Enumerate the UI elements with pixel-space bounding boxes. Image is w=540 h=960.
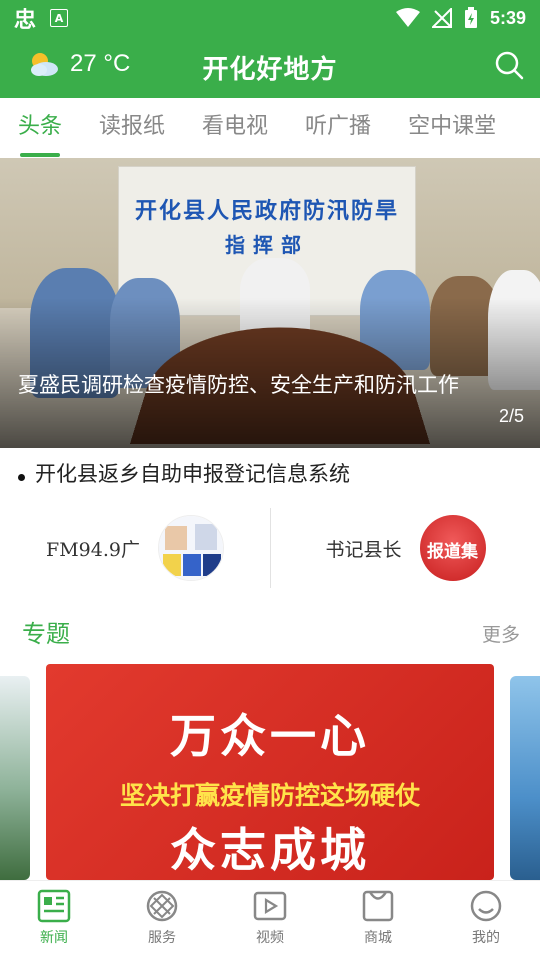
nav-news[interactable]: 新闻	[0, 881, 108, 960]
topic-line-3: 众志成城	[170, 823, 370, 877]
news-icon	[37, 889, 71, 923]
nav-label: 视频	[256, 930, 284, 946]
sign-line-1: 开化县人民政府防汛防旱	[134, 199, 399, 224]
search-icon	[495, 51, 524, 80]
service-icon	[146, 890, 178, 922]
topic-line-2: 坚决打赢疫情防控这场硬仗	[119, 781, 420, 810]
clock: 5:39	[489, 7, 526, 28]
nav-label: 新闻	[40, 930, 68, 946]
topic-card-next[interactable]	[510, 676, 540, 880]
feature-card-radio[interactable]: FM94.9广	[0, 508, 270, 588]
nav-service[interactable]: 服务	[108, 881, 216, 960]
tab-headlines[interactable]: 头条	[18, 98, 62, 158]
nav-shop[interactable]: 商城	[324, 881, 432, 960]
bullet-dot	[18, 473, 25, 481]
section-title: 专题	[22, 620, 70, 648]
wifi-icon	[395, 8, 420, 27]
tab-air-classroom[interactable]: 空中课堂	[408, 98, 496, 158]
report-collection-thumbnail: 报道集	[419, 515, 486, 581]
radio-thumbnail-art	[158, 516, 223, 580]
status-bar: 忠 A 5:39	[0, 0, 540, 36]
tab-tv[interactable]: 看电视	[202, 98, 268, 158]
feature-card-label: FM94.9广	[46, 538, 140, 561]
feature-card-leaders[interactable]: 书记县长 报道集	[270, 508, 540, 588]
shop-icon	[362, 890, 394, 922]
no-signal-icon	[431, 8, 452, 28]
radio-thumbnail	[157, 515, 224, 581]
carousel-counter: 2/5	[498, 406, 524, 426]
notification-a-icon: A	[50, 9, 69, 27]
app-notification-icon: 忠	[14, 8, 37, 33]
search-button[interactable]	[494, 50, 524, 84]
nav-video[interactable]: 视频	[216, 881, 324, 960]
carousel-caption[interactable]: 夏盛民调研检查疫情防控、安全生产和防汛工作	[18, 370, 468, 400]
bottom-navigation: 新闻 服务 视频 商城 我的	[0, 880, 540, 960]
nav-profile[interactable]: 我的	[432, 881, 540, 960]
nav-label: 我的	[472, 930, 500, 946]
headline-link[interactable]: 开化县返乡自助申报登记信息系统	[0, 448, 540, 498]
video-icon	[253, 891, 287, 921]
tab-newspaper[interactable]: 读报纸	[99, 98, 165, 158]
nav-label: 服务	[148, 930, 176, 946]
topics-carousel[interactable]: 万众一心 坚决打赢疫情防控这场硬仗 众志成城	[0, 664, 540, 880]
topic-line-1: 万众一心	[170, 709, 370, 763]
channel-tabs: 头条 读报纸 看电视 听广播 空中课堂	[0, 98, 540, 158]
app-header: 27 °C 开化好地方	[0, 36, 540, 98]
headline-carousel[interactable]: 开化县人民政府防汛防旱 指挥部 夏盛民调研检查疫情防控、安全生产和防汛工作 2/…	[0, 158, 540, 448]
headline-link-text: 开化县返乡自助申报登记信息系统	[35, 462, 350, 486]
topic-card-prev[interactable]	[0, 676, 30, 880]
feature-card-label: 书记县长	[325, 538, 402, 561]
profile-icon	[470, 890, 502, 922]
more-link[interactable]: 更多	[482, 620, 520, 647]
topic-card-current[interactable]: 万众一心 坚决打赢疫情防控这场硬仗 众志成城	[46, 664, 494, 880]
feature-cards: FM94.9广 书记县长 报道集	[0, 508, 540, 588]
nav-label: 商城	[364, 930, 392, 946]
sign-line-2: 指挥部	[225, 233, 309, 257]
thumbnail-text: 报道集	[427, 542, 478, 562]
tab-radio[interactable]: 听广播	[305, 98, 371, 158]
page-title: 开化好地方	[202, 54, 338, 85]
special-topics-header: 专题 更多	[0, 612, 540, 652]
battery-charging-icon	[464, 7, 477, 28]
